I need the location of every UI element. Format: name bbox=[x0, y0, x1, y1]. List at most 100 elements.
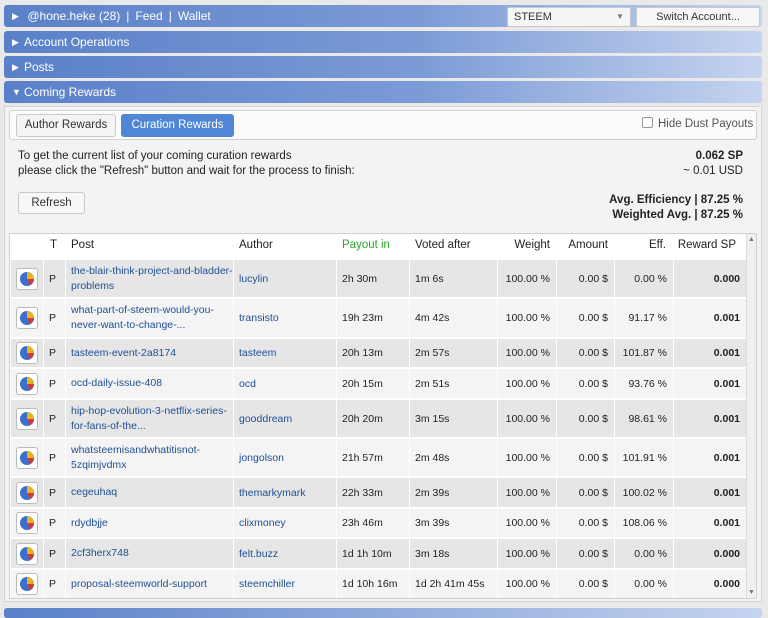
cell-weight: 100.00 % bbox=[498, 478, 556, 507]
post-link[interactable]: what-part-of-steem-would-you-never-want-… bbox=[71, 303, 233, 333]
author-link[interactable]: lucylin bbox=[239, 273, 268, 285]
post-link[interactable]: cegeuhaq bbox=[71, 485, 117, 500]
author-link[interactable]: jongolson bbox=[239, 452, 284, 464]
post-link[interactable]: hip-hop-evolution-3-netflix-series-for-f… bbox=[71, 404, 233, 434]
scroll-up-icon[interactable]: ▲ bbox=[748, 236, 755, 243]
cell-voted-after: 2m 57s bbox=[410, 339, 497, 367]
post-link[interactable]: ocd-daily-issue-408 bbox=[71, 376, 162, 391]
cell-post: whatsteemisandwhatitisnot-5zqimjvdmx bbox=[66, 439, 233, 476]
author-link[interactable]: clixmoney bbox=[239, 517, 286, 529]
cell-type: P bbox=[44, 439, 65, 476]
cell-author: steemchiller bbox=[234, 570, 336, 598]
table-row: Phip-hop-evolution-3-netflix-series-for-… bbox=[10, 399, 746, 438]
column-header-author[interactable]: Author bbox=[239, 239, 273, 251]
pie-chart-icon[interactable] bbox=[16, 446, 38, 469]
cell-payout: 21h 57m bbox=[337, 439, 409, 476]
cell-icon bbox=[11, 478, 43, 507]
post-link[interactable]: whatsteemisandwhatitisnot-5zqimjvdmx bbox=[71, 443, 233, 473]
section-posts[interactable]: ▶ Posts bbox=[4, 56, 762, 78]
cell-icon bbox=[11, 439, 43, 476]
author-link[interactable]: tasteem bbox=[239, 347, 276, 359]
triangle-right-icon[interactable]: ▶ bbox=[12, 5, 24, 27]
column-header-eff[interactable]: Eff. bbox=[649, 239, 666, 251]
cell-weight: 100.00 % bbox=[498, 339, 556, 367]
post-link[interactable]: proposal-steemworld-support bbox=[71, 577, 207, 592]
cell-type: P bbox=[44, 539, 65, 568]
cell-post: the-blair-think-project-and-bladder-prob… bbox=[66, 260, 233, 297]
section-coming-rewards[interactable]: ▼ Coming Rewards bbox=[4, 81, 762, 103]
table-row: Ptasteem-event-2a8174 tasteem 20h 13m 2m 57… bbox=[10, 338, 746, 368]
next-section-bar[interactable] bbox=[4, 608, 762, 618]
cell-payout: 2h 30m bbox=[337, 260, 409, 297]
pie-chart-icon[interactable] bbox=[16, 573, 38, 595]
pie-chart-icon[interactable] bbox=[16, 542, 38, 565]
refresh-button[interactable]: Refresh bbox=[18, 192, 85, 214]
column-header-payout[interactable]: Payout in bbox=[342, 239, 390, 251]
cell-type: P bbox=[44, 400, 65, 437]
column-header-amount[interactable]: Amount bbox=[568, 239, 608, 251]
cell-post: 2cf3herx748 bbox=[66, 539, 233, 568]
currency-value: STEEM bbox=[514, 11, 552, 23]
author-link[interactable]: gooddream bbox=[239, 413, 292, 425]
table-row: Pocd-daily-issue-408 ocd 20h 15m 2m 51s 100.… bbox=[10, 368, 746, 399]
author-link[interactable]: transisto bbox=[239, 312, 279, 324]
pie-chart-icon[interactable] bbox=[16, 481, 38, 504]
author-link[interactable]: felt.buzz bbox=[239, 548, 278, 560]
tab-curation-rewards[interactable]: Curation Rewards bbox=[121, 114, 234, 137]
cell-icon bbox=[11, 260, 43, 297]
cell-type: P bbox=[44, 570, 65, 598]
total-sp: 0.062 SP bbox=[695, 150, 743, 162]
column-header-post[interactable]: Post bbox=[71, 239, 94, 251]
cell-eff: 108.06 % bbox=[615, 509, 673, 537]
cell-weight: 100.00 % bbox=[498, 439, 556, 476]
post-link[interactable]: 2cf3herx748 bbox=[71, 546, 129, 561]
pie-chart-icon[interactable] bbox=[16, 372, 38, 395]
author-link[interactable]: themarkymark bbox=[239, 487, 306, 499]
cell-author: themarkymark bbox=[234, 478, 336, 507]
table-row: Pwhat-part-of-steem-would-you-never-want… bbox=[10, 298, 746, 338]
cell-weight: 100.00 % bbox=[498, 570, 556, 598]
account-link[interactable]: @hone.heke (28) bbox=[27, 9, 120, 23]
cell-eff: 0.00 % bbox=[615, 260, 673, 297]
scroll-down-icon[interactable]: ▼ bbox=[748, 589, 755, 596]
pie-chart-icon[interactable] bbox=[16, 407, 38, 430]
cell-reward-sp: 0.001 bbox=[674, 339, 746, 367]
cell-weight: 100.00 % bbox=[498, 260, 556, 297]
switch-account-button[interactable]: Switch Account... bbox=[636, 7, 760, 27]
column-header-type[interactable]: T bbox=[50, 239, 57, 251]
post-link[interactable]: tasteem-event-2a8174 bbox=[71, 346, 176, 361]
scrollbar[interactable]: ▲ ▼ bbox=[746, 234, 756, 598]
author-link[interactable]: ocd bbox=[239, 378, 256, 390]
cell-type: P bbox=[44, 478, 65, 507]
efficiency-summary: Avg. Efficiency | 87.25 % Weighted Avg. … bbox=[609, 193, 743, 223]
pie-chart-icon[interactable] bbox=[16, 267, 38, 290]
cell-post: what-part-of-steem-would-you-never-want-… bbox=[66, 299, 233, 337]
feed-link[interactable]: Feed bbox=[135, 9, 162, 23]
cell-payout: 20h 15m bbox=[337, 369, 409, 398]
post-link[interactable]: rdydbjje bbox=[71, 516, 108, 531]
cell-reward-sp: 0.000 bbox=[674, 570, 746, 598]
column-header-voted-after[interactable]: Voted after bbox=[415, 239, 471, 251]
instructions-line: please click the "Refresh" button and wa… bbox=[18, 165, 355, 177]
cell-voted-after: 3m 18s bbox=[410, 539, 497, 568]
hide-dust-toggle[interactable]: Hide Dust Payouts bbox=[642, 117, 753, 130]
section-account-operations[interactable]: ▶ Account Operations bbox=[4, 31, 762, 53]
author-link[interactable]: steemchiller bbox=[239, 578, 295, 590]
post-link[interactable]: the-blair-think-project-and-bladder-prob… bbox=[71, 264, 233, 294]
wallet-link[interactable]: Wallet bbox=[178, 9, 211, 23]
checkbox[interactable] bbox=[642, 117, 653, 128]
currency-select[interactable]: STEEM ▼ bbox=[507, 7, 631, 27]
pie-chart-icon[interactable] bbox=[16, 512, 38, 534]
cell-amount: 0.00 $ bbox=[557, 509, 614, 537]
cell-author: ocd bbox=[234, 369, 336, 398]
cell-icon bbox=[11, 299, 43, 337]
cell-eff: 101.87 % bbox=[615, 339, 673, 367]
column-header-reward-sp[interactable]: Reward SP bbox=[678, 239, 736, 251]
table-row: Pthe-blair-think-project-and-bladder-pro… bbox=[10, 259, 746, 298]
cell-payout: 1d 1h 10m bbox=[337, 539, 409, 568]
pie-chart-icon[interactable] bbox=[16, 342, 38, 364]
pie-chart-icon[interactable] bbox=[16, 307, 38, 329]
tab-author-rewards[interactable]: Author Rewards bbox=[16, 114, 116, 137]
cell-amount: 0.00 $ bbox=[557, 339, 614, 367]
column-header-weight[interactable]: Weight bbox=[514, 239, 550, 251]
